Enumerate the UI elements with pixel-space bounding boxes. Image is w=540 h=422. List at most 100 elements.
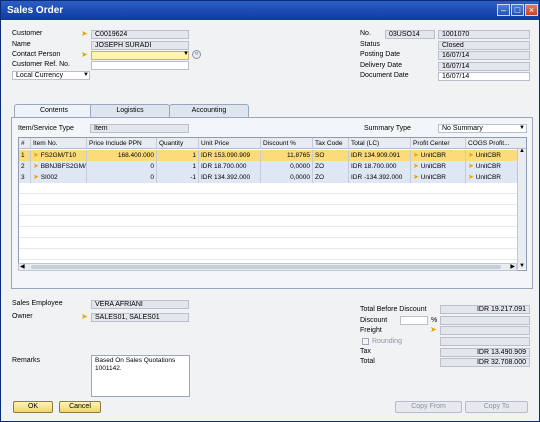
profit-center-cell[interactable]: ➤ UnitCBR (411, 161, 466, 172)
column-header[interactable]: COGS Profit... (466, 138, 526, 149)
tax-code-cell[interactable]: ZO (313, 161, 349, 172)
dropdown-arrow-icon[interactable]: ▼ (83, 72, 89, 78)
link-arrow-icon[interactable]: ➤ (468, 161, 474, 172)
scroll-down-icon[interactable]: ▼ (519, 263, 525, 269)
name-field[interactable]: JOSEPH SURADI (91, 41, 189, 50)
close-button[interactable]: × (525, 4, 538, 16)
table-row[interactable] (19, 238, 526, 249)
total-cell[interactable]: IDR 18.700.000 (349, 161, 411, 172)
link-arrow-icon[interactable]: ➤ (413, 150, 419, 161)
total-cell[interactable]: IDR 134.909.091 (349, 150, 411, 161)
profit-center-cell[interactable]: ➤ UnitCBR (411, 172, 466, 183)
document-date-field[interactable]: 16/07/14 (438, 72, 530, 81)
contact-person-field[interactable] (91, 51, 189, 60)
table-row[interactable] (19, 249, 526, 260)
column-header[interactable]: Quantity (157, 138, 199, 149)
column-header[interactable]: # (19, 138, 31, 149)
discount-cell[interactable]: 0,0000 (261, 172, 313, 183)
horizontal-scrollbar[interactable]: ◀ ▶ (18, 263, 517, 271)
item-no-cell[interactable]: ➤ SI002 (31, 172, 87, 183)
profit-center-cell[interactable]: ➤ UnitCBR (411, 150, 466, 161)
column-header[interactable]: Discount % (261, 138, 313, 149)
table-row[interactable]: 2 ➤ BBNJBFS2GM/ 0 1 IDR 18.700.000 0,000… (19, 161, 526, 172)
tab-logistics[interactable]: Logistics (90, 104, 170, 117)
customer-field[interactable]: C0019624 (91, 30, 189, 39)
scroll-left-icon[interactable]: ◀ (20, 263, 25, 270)
table-row[interactable] (19, 183, 526, 194)
sales-employee-field[interactable]: VERA AFRIANI (91, 300, 189, 309)
tab-accounting[interactable]: Accounting (169, 104, 249, 117)
quantity-cell[interactable]: 1 (157, 161, 199, 172)
delivery-date-label: Delivery Date (360, 62, 403, 69)
discount-amount-field[interactable] (440, 316, 530, 325)
scroll-thumb[interactable] (31, 265, 501, 269)
link-arrow-icon[interactable]: ➤ (33, 161, 39, 172)
unit-price-cell[interactable]: IDR 18.700.000 (199, 161, 261, 172)
unit-price-cell[interactable]: IDR 153.090.909 (199, 150, 261, 161)
link-arrow-icon[interactable]: ➤ (33, 150, 39, 161)
link-arrow-icon[interactable]: ➤ (468, 172, 474, 183)
table-row[interactable] (19, 227, 526, 238)
copy-from-button[interactable]: Copy From (395, 401, 462, 413)
link-arrow-icon[interactable]: ➤ (430, 326, 437, 334)
price-cell[interactable]: 0 (87, 172, 157, 183)
item-type-field[interactable]: Item (90, 124, 189, 133)
column-header[interactable]: Total (LC) (349, 138, 411, 149)
table-row[interactable]: 1 ➤ FS2GM/T10 168.400.000 1 IDR 153.090.… (19, 150, 526, 161)
rounding-checkbox[interactable] (362, 338, 369, 345)
link-arrow-icon[interactable]: ➤ (413, 161, 419, 172)
link-arrow-icon[interactable]: ➤ (468, 150, 474, 161)
posting-date-field[interactable]: 16/07/14 (438, 51, 530, 60)
summary-type-select[interactable]: No Summary (438, 124, 527, 133)
table-row[interactable] (19, 205, 526, 216)
column-header[interactable]: Unit Price (199, 138, 261, 149)
item-no-cell[interactable]: ➤ BBNJBFS2GM/ (31, 161, 87, 172)
discount-cell[interactable]: 11,8765 (261, 150, 313, 161)
table-row[interactable] (19, 216, 526, 227)
cancel-button[interactable]: Cancel (59, 401, 101, 413)
total-cell[interactable]: IDR -134.392.000 (349, 172, 411, 183)
remarks-textarea[interactable]: Based On Sales Quotations 1001142. (91, 355, 190, 397)
maximize-button[interactable]: □ (511, 4, 524, 16)
doc-number-field[interactable]: 1001070 (438, 30, 530, 39)
tab-contents[interactable]: Contents (14, 104, 94, 117)
link-arrow-icon[interactable]: ➤ (33, 172, 39, 183)
customer-ref-field[interactable] (91, 61, 189, 70)
column-header[interactable]: Item No. (31, 138, 87, 149)
delivery-date-field[interactable]: 16/07/14 (438, 62, 530, 71)
link-arrow-icon[interactable]: ➤ (81, 30, 88, 38)
table-row[interactable]: 3 ➤ SI002 0 -1 IDR 134.392.000 0,0000 ZO… (19, 172, 526, 183)
unit-price-cell[interactable]: IDR 134.392.000 (199, 172, 261, 183)
vertical-scrollbar[interactable]: ▲ ▼ (517, 148, 526, 269)
scroll-right-icon[interactable]: ▶ (510, 263, 515, 270)
dropdown-arrow-icon[interactable]: ▼ (183, 51, 189, 57)
quantity-cell[interactable]: -1 (157, 172, 199, 183)
dropdown-arrow-icon[interactable]: ▼ (519, 125, 525, 131)
freight-field[interactable] (440, 326, 530, 335)
discount-cell[interactable]: 0,0000 (261, 161, 313, 172)
column-header[interactable]: Profit Center (411, 138, 466, 149)
quantity-cell[interactable]: 1 (157, 150, 199, 161)
tax-code-cell[interactable]: SO (313, 150, 349, 161)
item-type-label: Item/Service Type (18, 125, 74, 132)
link-arrow-icon[interactable]: ➤ (413, 172, 419, 183)
scroll-up-icon[interactable]: ▲ (519, 148, 525, 154)
copy-to-button[interactable]: Copy To (465, 401, 528, 413)
series-field[interactable]: 03USO14 (385, 30, 435, 39)
minimize-button[interactable]: – (497, 4, 510, 16)
price-cell[interactable]: 0 (87, 161, 157, 172)
column-header[interactable]: Tax Code (313, 138, 349, 149)
owner-field[interactable]: SALES01, SALES01 (91, 313, 189, 322)
price-cell[interactable]: 168.400.000 (87, 150, 157, 161)
discount-percent-field[interactable] (400, 316, 428, 325)
link-arrow-icon[interactable]: ➤ (81, 51, 88, 59)
table-row[interactable] (19, 194, 526, 205)
title-bar[interactable]: Sales Order – □ × (1, 1, 539, 20)
link-arrow-icon[interactable]: ➤ (81, 313, 88, 321)
item-no-cell[interactable]: ➤ FS2GM/T10 (31, 150, 87, 161)
currency-select[interactable]: Local Currency (12, 71, 90, 80)
column-header[interactable]: Price Include PPN (87, 138, 157, 149)
tax-code-cell[interactable]: ZO (313, 172, 349, 183)
ok-button[interactable]: OK (13, 401, 53, 413)
search-icon[interactable]: ○ (192, 50, 201, 59)
